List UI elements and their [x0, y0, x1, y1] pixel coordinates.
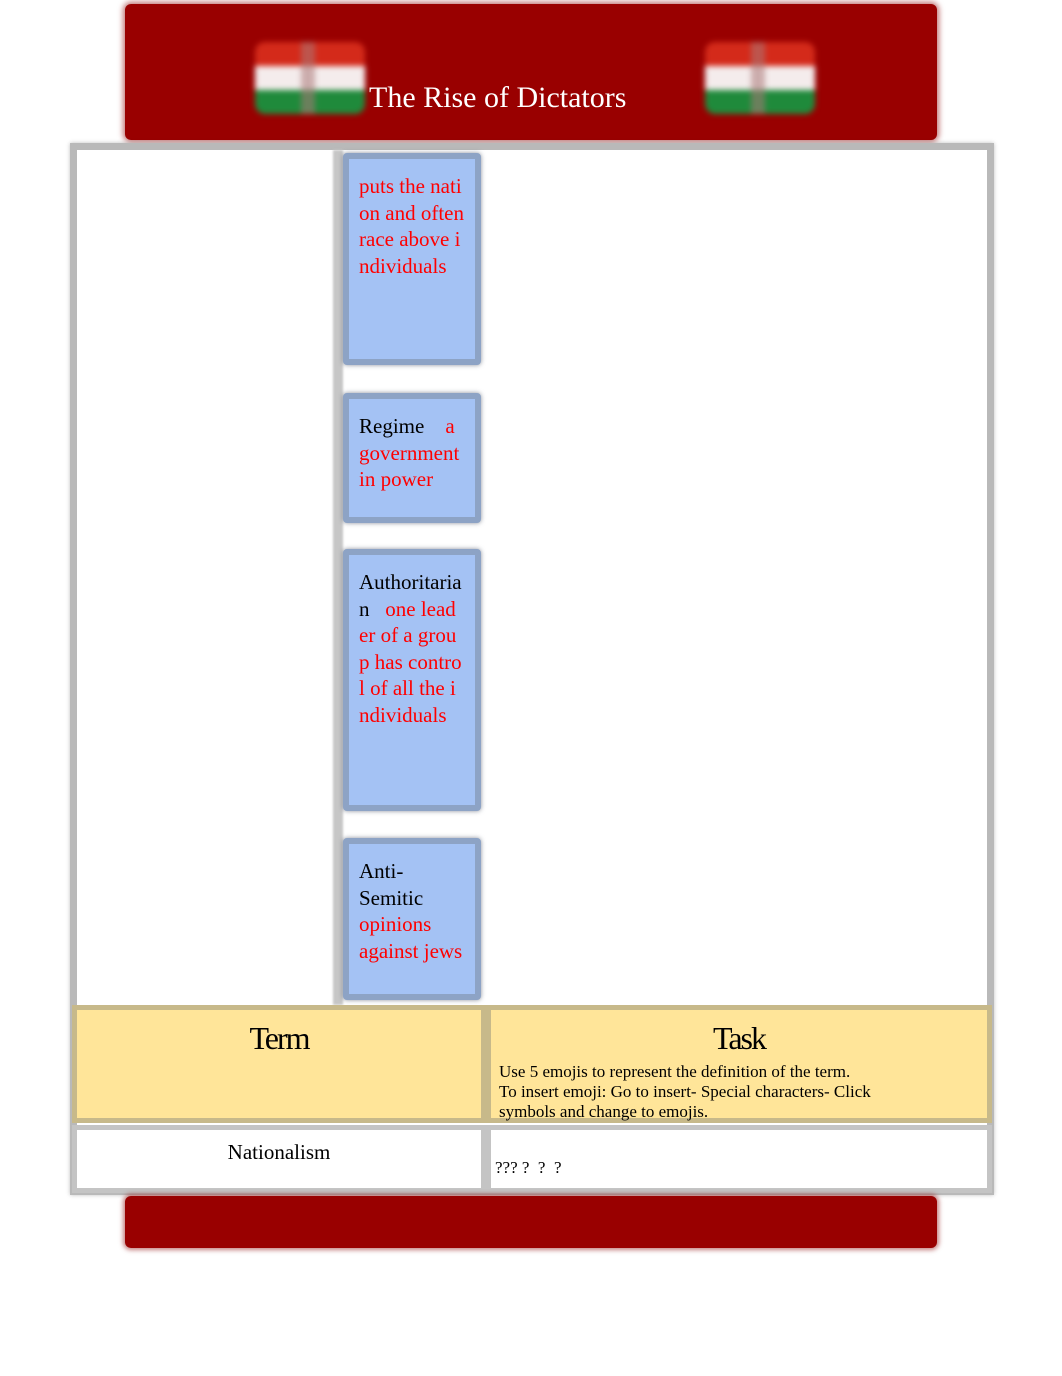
column-divider	[333, 150, 343, 1005]
vocab-definition: puts the nation and often race above ind…	[359, 174, 464, 278]
title-banner: The Rise of Dictators	[125, 4, 937, 140]
term-cell[interactable]: Nationalism	[72, 1125, 486, 1193]
task-instructions: Use 5 emojis to represent the definition…	[491, 1062, 987, 1122]
vocab-box-nationalism[interactable]: puts the nation and often race above ind…	[343, 153, 481, 365]
vocab-term: Anti-Semitic	[359, 859, 424, 910]
vocab-box-anti-semitic[interactable]: Anti-Semitic opinions against jews	[343, 838, 481, 1000]
vocab-box-authoritarian[interactable]: Authoritarian one leader of a group has …	[343, 549, 481, 811]
page-title: The Rise of Dictators	[369, 81, 627, 114]
table-header-row: Term Task Use 5 emojis to represent the …	[72, 1005, 992, 1123]
task-instruction-line: To insert emoji: Go to insert- Special c…	[499, 1082, 871, 1101]
table-row: Nationalism ??? ? ? ?	[72, 1125, 992, 1193]
flag-icon	[255, 42, 365, 114]
flag-icon	[705, 42, 815, 114]
vocab-box-regime[interactable]: Regime a government in power	[343, 393, 481, 523]
vocab-term: Regime	[359, 414, 425, 438]
header-cell-term: Term	[72, 1005, 486, 1123]
vocab-definition: opinions against jews	[359, 912, 463, 963]
header-cell-task: Task Use 5 emojis to represent the defin…	[486, 1005, 992, 1123]
header-term-label: Term	[249, 1020, 310, 1056]
emoji-answer-cell[interactable]: ??? ? ? ?	[486, 1125, 992, 1193]
header-task-label: Task	[713, 1020, 767, 1056]
footer-banner	[125, 1196, 937, 1248]
vocab-definition: one leader of a group has control of all…	[359, 596, 462, 727]
task-instruction-line: Use 5 emojis to represent the definition…	[499, 1062, 851, 1081]
task-instruction-line: symbols and change to emojis.	[499, 1102, 709, 1121]
